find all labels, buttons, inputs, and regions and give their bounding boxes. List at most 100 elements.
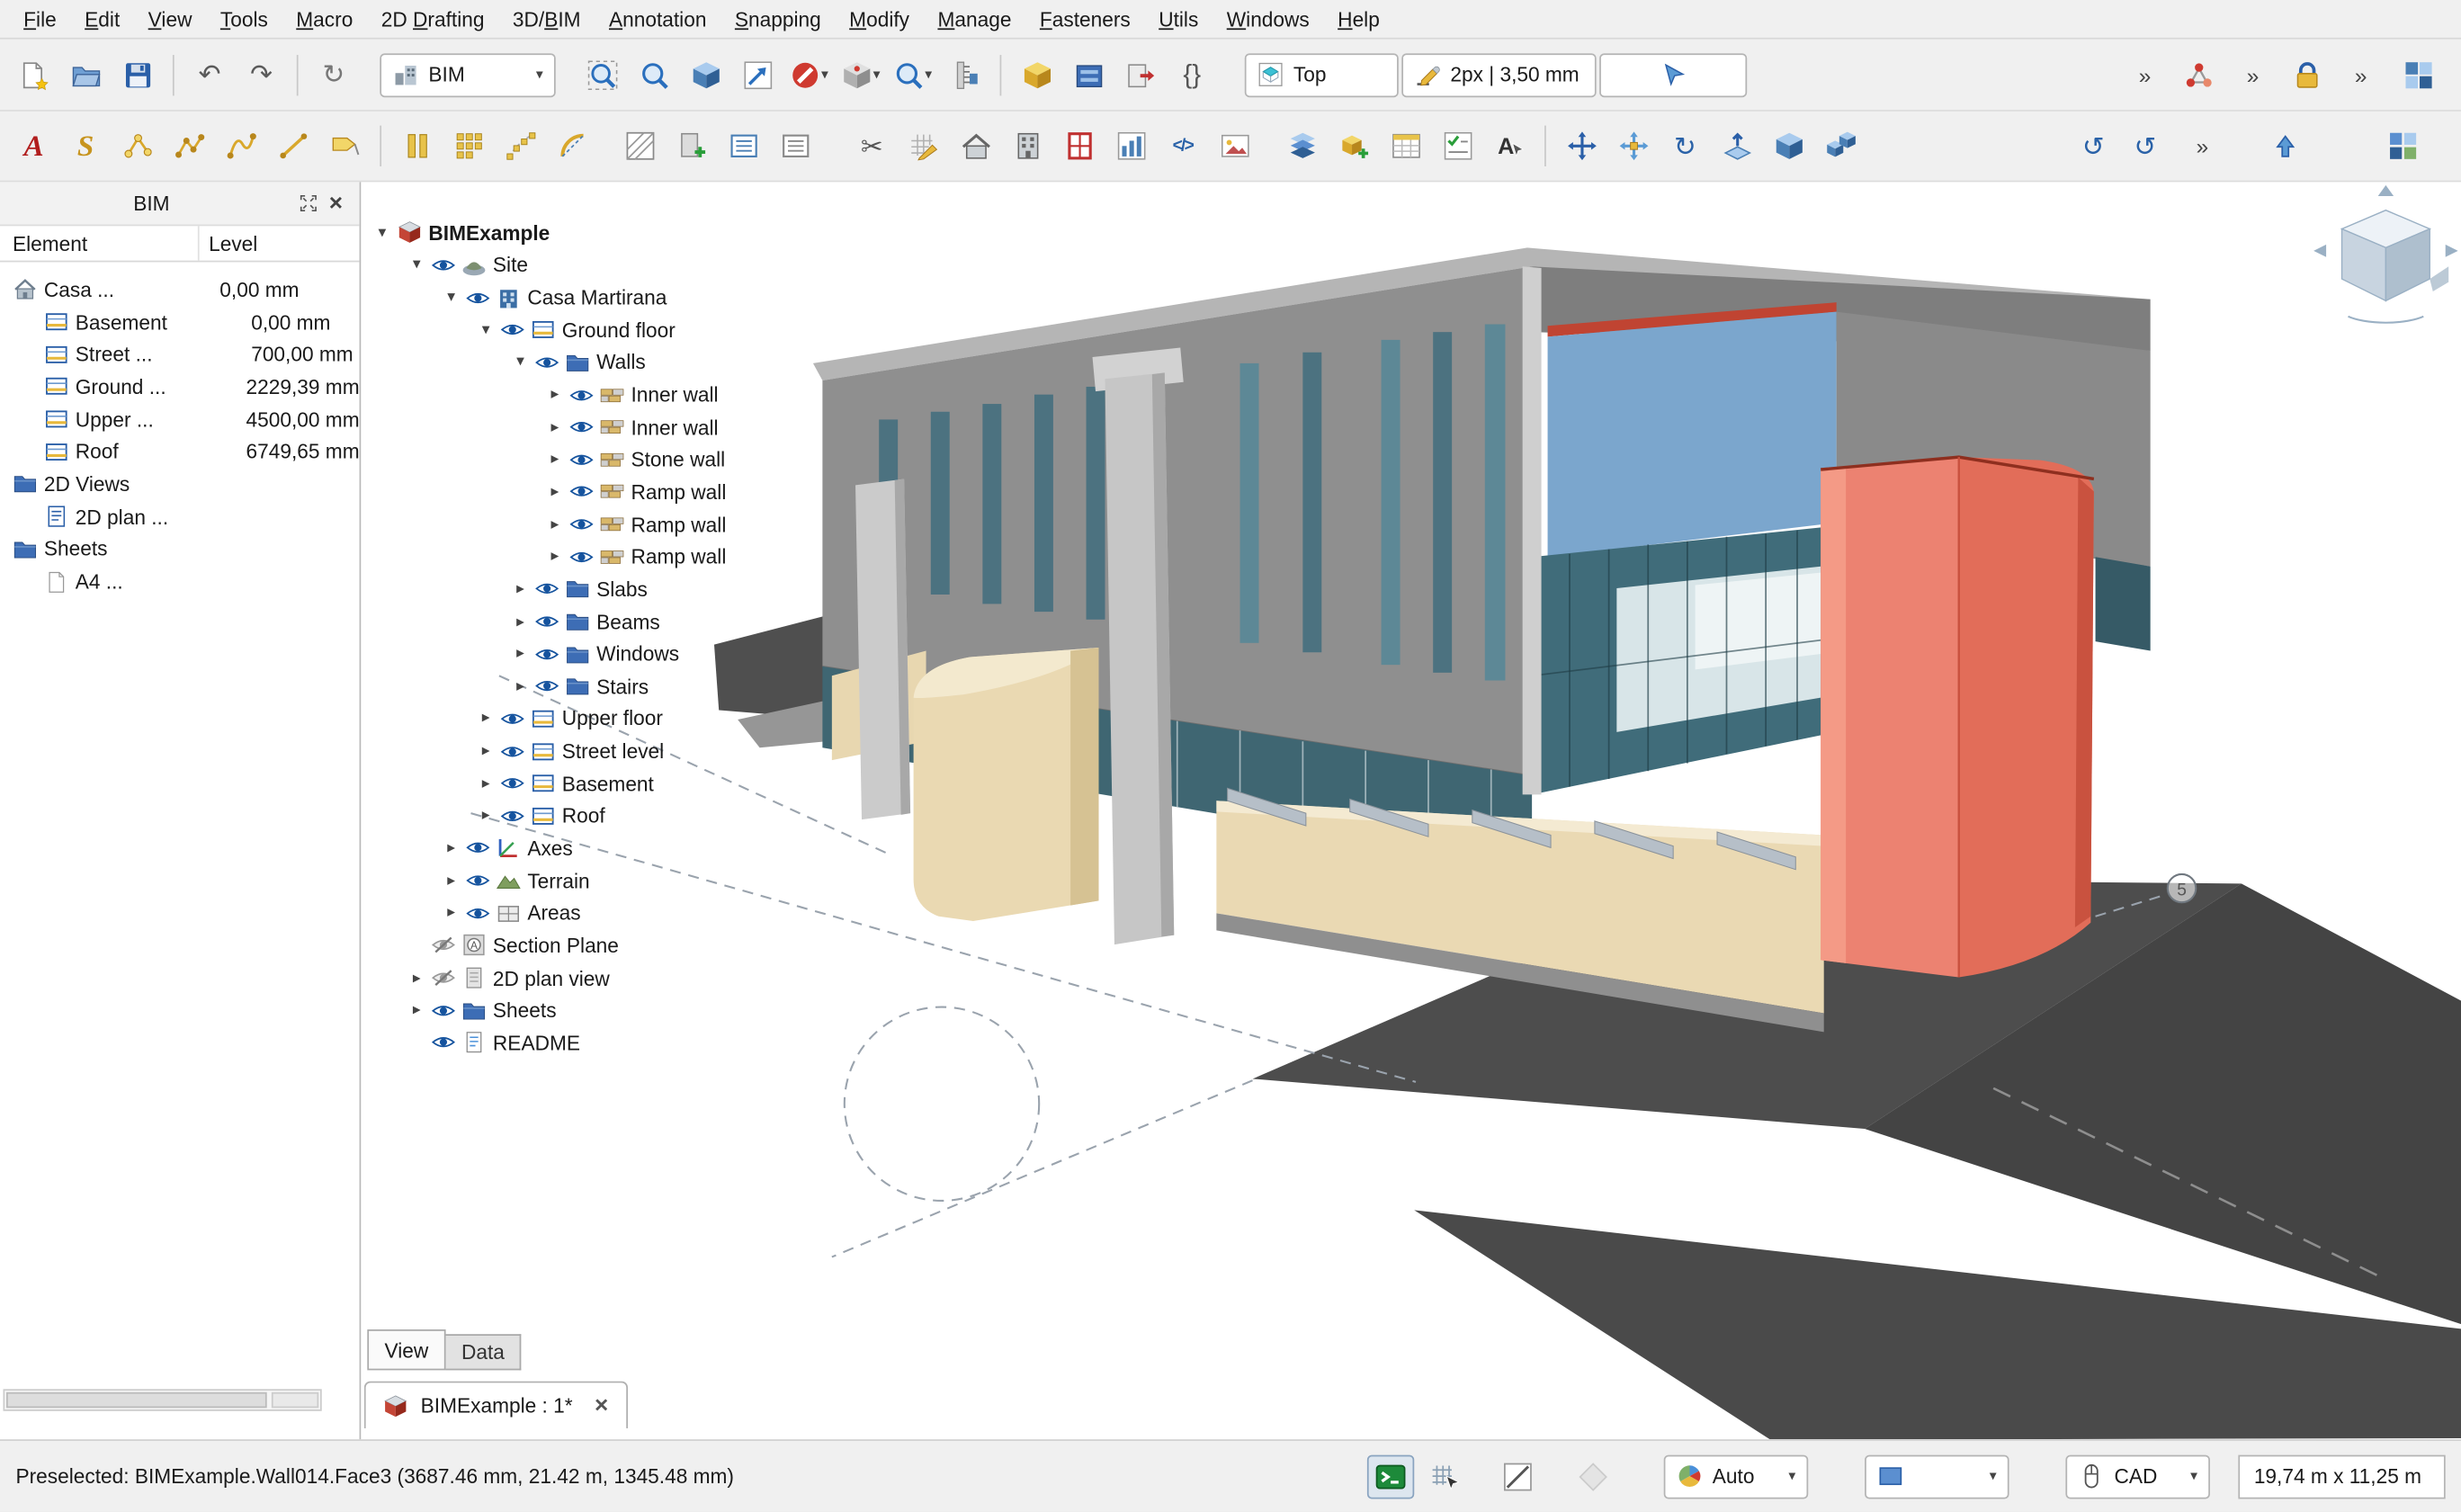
tree-row-readme[interactable]: README — [371, 1026, 727, 1059]
spreadsheet-tool-button[interactable] — [1382, 121, 1430, 170]
line-width-button[interactable]: 2px | 3,50 mm — [1401, 52, 1596, 96]
save-button[interactable] — [113, 50, 162, 99]
tab-data[interactable]: Data — [445, 1334, 522, 1370]
tree-row-slabs[interactable]: ▸Slabs — [371, 573, 727, 605]
visibility-eye-icon[interactable] — [501, 320, 524, 339]
scrollbar-thumb[interactable] — [6, 1392, 267, 1408]
element-row-upper[interactable]: Upper ...4500,00 mm — [0, 403, 360, 435]
open-button[interactable] — [61, 50, 110, 99]
export-button[interactable] — [1116, 50, 1165, 99]
visibility-eye-icon[interactable] — [569, 417, 593, 436]
bspline-tool-button[interactable] — [217, 121, 265, 170]
expander-icon[interactable]: ▸ — [477, 808, 494, 825]
tree-row-beams[interactable]: ▸Beams — [371, 605, 727, 638]
tree-row-stone-wall[interactable]: ▸Stone wall — [371, 443, 727, 476]
tab-view[interactable]: View — [367, 1329, 445, 1370]
working-plane-top-button[interactable]: Top — [1245, 52, 1399, 96]
close-icon[interactable]: × — [322, 190, 350, 217]
displace-tool-button[interactable] — [1609, 121, 1658, 170]
sketch-tool-button[interactable] — [899, 121, 948, 170]
visibility-eye-icon[interactable] — [569, 450, 593, 469]
tree-row-ramp-wall[interactable]: ▸Ramp wall — [371, 508, 727, 541]
tree-row-inner-wall[interactable]: ▸Inner wall — [371, 379, 727, 411]
expander-icon[interactable]: ▸ — [546, 418, 563, 435]
horizontal-scrollbar[interactable] — [3, 1389, 321, 1410]
element-row-a4[interactable]: A4 ... — [0, 566, 360, 598]
element-row-basement[interactable]: Basement0,00 mm — [0, 306, 360, 338]
path-array-tool-button[interactable] — [496, 121, 544, 170]
new-file-button[interactable] — [9, 50, 58, 99]
menu-modify[interactable]: Modify — [835, 4, 923, 33]
document-tab[interactable]: BIMExample : 1* × — [364, 1382, 627, 1428]
visibility-eye-icon[interactable] — [535, 677, 559, 696]
visibility-eye-icon[interactable] — [466, 872, 489, 890]
preflight-tool-button[interactable] — [1433, 121, 1481, 170]
scrollbar-grip[interactable] — [272, 1392, 318, 1408]
hatch-tool-button[interactable] — [615, 121, 664, 170]
menu-utils[interactable]: Utils — [1144, 4, 1213, 33]
window-tool-button[interactable] — [1055, 121, 1104, 170]
menu-annotation[interactable]: Annotation — [595, 4, 720, 33]
zoom-tools-button[interactable]: ▾ — [889, 50, 937, 99]
element-row-roof[interactable]: Roof6749,65 mm — [0, 435, 360, 468]
image-plane-button[interactable] — [1210, 121, 1258, 170]
edit-mode-alt-button[interactable]: ↺ — [2121, 121, 2170, 170]
cube-tool-button[interactable] — [1764, 121, 1812, 170]
rotate-tool-button[interactable]: ↻ — [1660, 121, 1709, 170]
facebinder-tool-button[interactable] — [719, 121, 767, 170]
column-tool-button[interactable] — [392, 121, 441, 170]
visibility-eye-icon[interactable] — [432, 969, 455, 988]
menu-tools[interactable]: Tools — [206, 4, 282, 33]
wire-tool-button[interactable] — [165, 121, 213, 170]
expander-icon[interactable]: ▸ — [443, 872, 460, 890]
shape2dview-tool-button[interactable] — [771, 121, 819, 170]
visibility-eye-icon[interactable] — [501, 774, 524, 793]
visibility-eye-icon[interactable] — [569, 514, 593, 533]
layer-combo[interactable]: ▾ — [1865, 1454, 2009, 1499]
visibility-eye-icon[interactable] — [535, 353, 559, 371]
tree-row-ground-floor[interactable]: ▾Ground floor — [371, 314, 727, 346]
material-tool-button[interactable] — [1277, 121, 1326, 170]
3d-viewport[interactable]: 5 ▾BIMExample▾Site▾Casa Martirana▾Ground… — [361, 182, 2461, 1439]
element-row-street[interactable]: Street ...700,00 mm — [0, 338, 360, 371]
building-tool-button[interactable] — [1003, 121, 1052, 170]
expression-button[interactable]: {} — [1168, 50, 1216, 99]
tree-row-areas[interactable]: ▸Areas — [371, 897, 727, 929]
tree-row-sheets[interactable]: ▸Sheets — [371, 994, 727, 1026]
visibility-eye-icon[interactable] — [535, 580, 559, 599]
toolbar-overflow[interactable]: » — [2134, 62, 2156, 87]
visibility-eye-icon[interactable] — [501, 807, 524, 826]
visibility-eye-icon[interactable] — [432, 936, 455, 955]
tree-row-upper-floor[interactable]: ▸Upper floor — [371, 702, 727, 735]
zoom-selection-button[interactable] — [630, 50, 678, 99]
clipping-button[interactable]: ▾ — [785, 50, 834, 99]
section-marker[interactable]: 5 — [2168, 874, 2196, 902]
tree-row-section-plane[interactable]: ASection Plane — [371, 929, 727, 962]
expander-icon[interactable]: ▾ — [408, 256, 425, 273]
tree-row-walls[interactable]: ▾Walls — [371, 346, 727, 379]
tree-row-ramp-wall[interactable]: ▸Ramp wall — [371, 476, 727, 508]
draw-style-button[interactable] — [681, 50, 729, 99]
text-tool-button[interactable]: A — [9, 121, 58, 170]
menu-edit[interactable]: Edit — [70, 4, 134, 33]
array-tool-button[interactable] — [444, 121, 493, 170]
visibility-eye-icon[interactable] — [466, 904, 489, 923]
menu-file[interactable]: File — [9, 4, 70, 33]
upgrade-tool-button[interactable] — [1713, 121, 1761, 170]
library-button[interactable] — [1064, 50, 1113, 99]
visibility-eye-icon[interactable] — [569, 482, 593, 501]
code-tool-button[interactable]: </> — [1159, 121, 1207, 170]
expander-icon[interactable]: ▸ — [512, 677, 529, 694]
toolbar-overflow[interactable]: » — [2350, 62, 2372, 87]
tree-row-axes[interactable]: ▸Axes — [371, 832, 727, 864]
project-tool-button[interactable] — [951, 121, 999, 170]
nav-style-combo[interactable]: CAD▾ — [2065, 1454, 2210, 1499]
expander-icon[interactable]: ▸ — [408, 970, 425, 987]
tree-row-2d-plan-view[interactable]: ▸2D plan view — [371, 962, 727, 994]
lock-button[interactable] — [2283, 50, 2331, 99]
tree-row-basement[interactable]: ▸Basement — [371, 767, 727, 800]
tree-row-ramp-wall[interactable]: ▸Ramp wall — [371, 541, 727, 573]
tree-row-stairs[interactable]: ▸Stairs — [371, 670, 727, 702]
expander-icon[interactable]: ▸ — [408, 1002, 425, 1019]
working-plane-toggle-button[interactable] — [1494, 1454, 1541, 1499]
